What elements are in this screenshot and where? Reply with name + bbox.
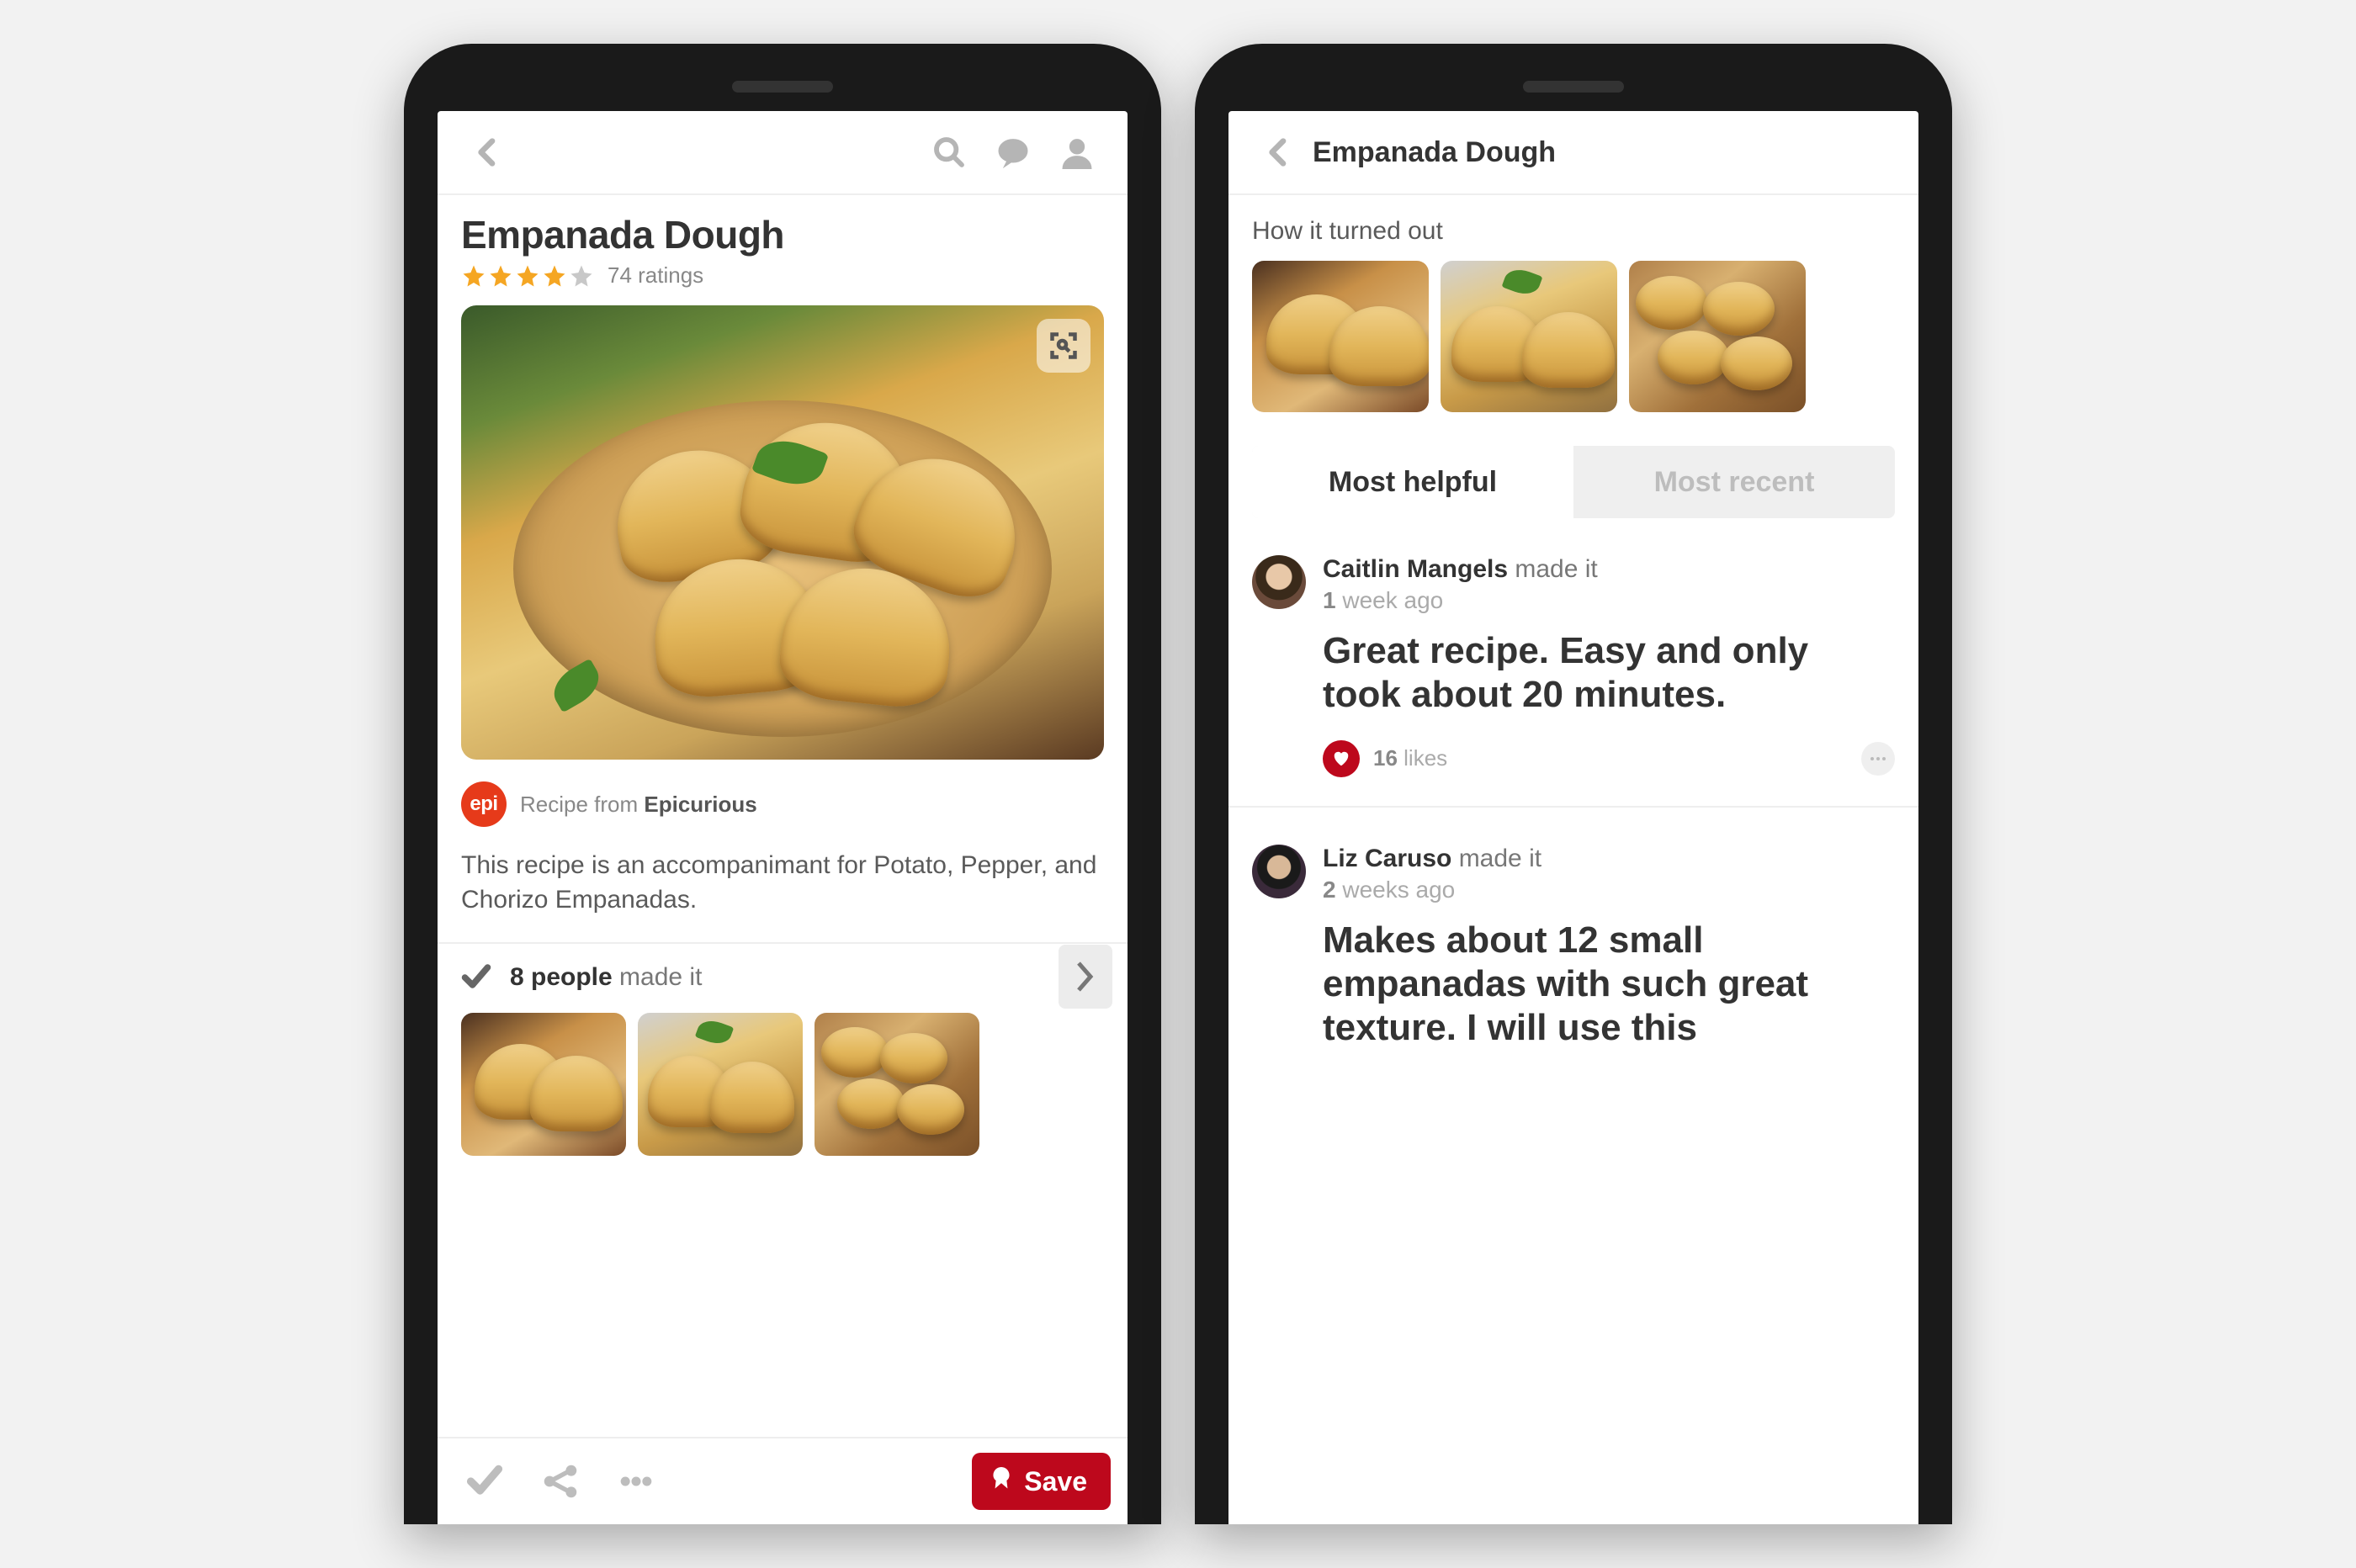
mark-done-icon[interactable] [454,1451,515,1512]
reviewer-name-line: Liz Caruso made it [1323,845,1541,873]
back-button[interactable] [461,125,515,179]
messages-icon[interactable] [986,125,1040,179]
tab-most-recent[interactable]: Most recent [1573,446,1895,518]
made-it-text: 8 people made it [510,963,702,992]
star-icon [488,263,513,289]
chevron-right-icon[interactable] [1059,945,1112,1009]
thumbnail-image[interactable] [1252,261,1429,412]
save-button[interactable]: Save [972,1453,1111,1510]
screen-left: Empanada Dough 74 ratings [438,111,1128,1524]
save-label: Save [1024,1466,1087,1497]
star-icon [542,263,567,289]
star-icon [515,263,540,289]
recipe-description: This recipe is an accompanimant for Pota… [461,849,1104,917]
avatar[interactable] [1252,845,1306,898]
thumbnail-image[interactable] [815,1013,979,1156]
bottom-bar: Save [438,1437,1128,1524]
phone-left: Empanada Dough 74 ratings [404,44,1161,1524]
topbar [438,111,1128,195]
review-item: Liz Caruso made it 2 weeks ago Makes abo… [1252,808,1895,1050]
thumbnail-image[interactable] [461,1013,626,1156]
review-body: Makes about 12 small empanadas with such… [1252,919,1895,1050]
star-icon [569,263,594,289]
made-it-row[interactable]: 8 people made it [461,944,1104,1009]
thumbnail-image[interactable] [1441,261,1617,412]
header-title: Empanada Dough [1313,136,1556,169]
topbar: Empanada Dough [1228,111,1918,195]
rating-row: 74 ratings [461,262,1104,289]
back-button[interactable] [1252,125,1306,179]
source-row[interactable]: epi Recipe from Epicurious [461,781,1104,827]
avatar[interactable] [1252,555,1306,609]
thumbnail-row [461,1013,1104,1156]
source-label: Recipe from Epicurious [520,792,757,818]
phone-speaker [732,81,833,93]
thumbnail-row [1252,261,1895,412]
thumbnail-image[interactable] [638,1013,803,1156]
share-icon[interactable] [530,1451,591,1512]
star-icon [461,263,486,289]
review-body: Great recipe. Easy and only took about 2… [1252,629,1895,717]
section-label: How it turned out [1252,217,1895,246]
review-time: 2 weeks ago [1323,877,1541,903]
thumbnail-image[interactable] [1629,261,1806,412]
sort-tabs: Most helpful Most recent [1252,446,1895,518]
more-icon[interactable] [606,1451,666,1512]
search-icon[interactable] [922,125,976,179]
heart-icon[interactable] [1323,740,1360,777]
check-icon [461,962,491,993]
review-item: Caitlin Mangels made it 1 week ago Great… [1252,518,1895,777]
like-row: 16 likes [1252,740,1895,777]
hero-image[interactable] [461,305,1104,760]
source-badge: epi [461,781,507,827]
phone-speaker [1523,81,1624,93]
phone-right: Empanada Dough How it turned out [1195,44,1952,1524]
visual-search-icon[interactable] [1037,319,1090,373]
page-title: Empanada Dough [461,212,1104,257]
profile-icon[interactable] [1050,125,1104,179]
tab-most-helpful[interactable]: Most helpful [1252,446,1573,518]
like-count: 16 likes [1373,745,1447,771]
screen-right: Empanada Dough How it turned out [1228,111,1918,1524]
rating-count: 74 ratings [608,262,703,289]
review-time: 1 week ago [1323,587,1598,614]
reviewer-name-line: Caitlin Mangels made it [1323,555,1598,584]
pin-icon [990,1467,1012,1496]
review-more-icon[interactable] [1861,742,1895,776]
